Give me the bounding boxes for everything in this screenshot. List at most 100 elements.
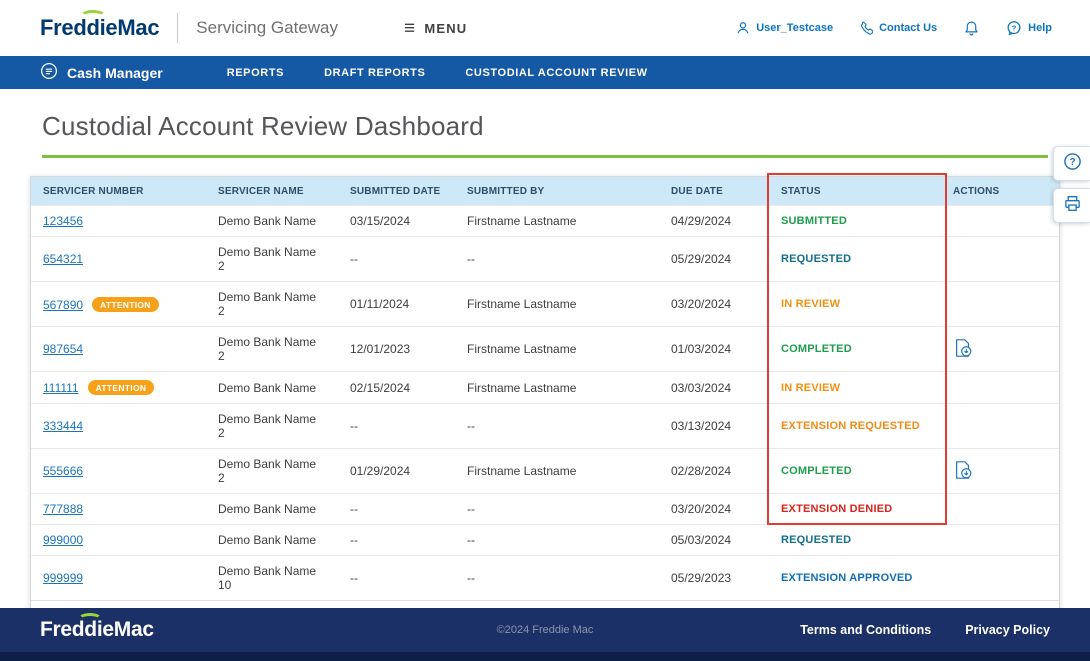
- side-toolbar: ?: [1053, 146, 1090, 223]
- servicer-number-link[interactable]: 999999: [43, 571, 83, 585]
- nav-item-reports[interactable]: REPORTS: [227, 67, 284, 79]
- servicer-number-link[interactable]: 555666: [43, 464, 83, 478]
- contact-us-link[interactable]: Contact Us: [859, 21, 937, 35]
- footer-link-terms-and-conditions[interactable]: Terms and Conditions: [800, 623, 931, 637]
- column-header: STATUS: [769, 177, 941, 206]
- table-row: 111111ATTENTION Demo Bank Name 02/15/202…: [31, 372, 1059, 404]
- footer-logo-text-mac: Mac: [114, 618, 154, 641]
- servicer-number-link[interactable]: 567890: [43, 298, 83, 312]
- download-report-icon[interactable]: [953, 460, 973, 480]
- table-row: 654321 Demo Bank Name 2 -- -- 05/29/2024…: [31, 237, 1059, 282]
- menu-button[interactable]: ≡ MENU: [404, 19, 467, 38]
- attention-badge: ATTENTION: [92, 297, 159, 312]
- user-icon: [736, 21, 750, 35]
- table-body: 123456 Demo Bank Name 03/15/2024 Firstna…: [31, 206, 1059, 601]
- actions-cell: [941, 372, 1059, 404]
- servicer-number-cell: 123456: [31, 206, 206, 237]
- table-row: 999999 Demo Bank Name 10 -- -- 05/29/202…: [31, 556, 1059, 601]
- servicer-number-cell: 555666: [31, 449, 206, 494]
- table-row: 123456 Demo Bank Name 03/15/2024 Firstna…: [31, 206, 1059, 237]
- actions-cell: [941, 494, 1059, 525]
- status-cell: IN REVIEW: [769, 372, 941, 404]
- app-label: Cash Manager: [67, 65, 163, 81]
- servicer-number-cell: 999000: [31, 525, 206, 556]
- nav-item-custodial-account-review[interactable]: CUSTODIAL ACCOUNT REVIEW: [465, 67, 647, 79]
- servicer-number-cell: 333444: [31, 404, 206, 449]
- actions-cell: [941, 449, 1059, 494]
- status-cell: COMPLETED: [769, 449, 941, 494]
- notifications-button[interactable]: [963, 20, 980, 37]
- due-date-cell: 03/03/2024: [659, 372, 769, 404]
- review-table-container: SERVICER NUMBERSERVICER NAMESUBMITTED DA…: [30, 176, 1060, 638]
- table-row: 777888 Demo Bank Name -- -- 03/20/2024 E…: [31, 494, 1059, 525]
- submitted-by-cell: --: [455, 237, 659, 282]
- submitted-by-cell: Firstname Lastname: [455, 327, 659, 372]
- submitted-date-cell: 01/29/2024: [338, 449, 455, 494]
- submitted-by-cell: Firstname Lastname: [455, 372, 659, 404]
- actions-cell: [941, 525, 1059, 556]
- column-header: SUBMITTED BY: [455, 177, 659, 206]
- user-menu[interactable]: User_Testcase: [736, 21, 833, 35]
- servicer-name-cell: Demo Bank Name 2: [206, 282, 338, 327]
- servicer-number-cell: 987654: [31, 327, 206, 372]
- status-cell: SUBMITTED: [769, 206, 941, 237]
- column-header: DUE DATE: [659, 177, 769, 206]
- table-row: 999000 Demo Bank Name -- -- 05/03/2024 R…: [31, 525, 1059, 556]
- servicer-number-cell: 999999: [31, 556, 206, 601]
- servicer-number-link[interactable]: 123456: [43, 214, 83, 228]
- due-date-cell: 03/20/2024: [659, 494, 769, 525]
- status-cell: IN REVIEW: [769, 282, 941, 327]
- hamburger-icon: ≡: [404, 19, 416, 38]
- nav-item-draft-reports[interactable]: DRAFT REPORTS: [324, 67, 425, 79]
- green-divider: [42, 155, 1048, 158]
- app-navbar: Cash Manager REPORTS DRAFT REPORTS CUSTODI…: [0, 56, 1090, 89]
- footer-freddie-mac-logo[interactable]: FreddieMac: [40, 618, 154, 642]
- column-header: SUBMITTED DATE: [338, 177, 455, 206]
- print-tool-button[interactable]: [1053, 188, 1090, 223]
- table-row: 333444 Demo Bank Name 2 -- -- 03/13/2024…: [31, 404, 1059, 449]
- status-cell: EXTENSION DENIED: [769, 494, 941, 525]
- actions-cell: [941, 237, 1059, 282]
- servicer-number-cell: 567890 ATTENTION: [31, 282, 206, 327]
- submitted-date-cell: --: [338, 404, 455, 449]
- cash-manager-home[interactable]: Cash Manager: [40, 62, 163, 83]
- servicer-number-link[interactable]: 777888: [43, 502, 83, 516]
- submitted-date-cell: 01/11/2024: [338, 282, 455, 327]
- servicer-name-cell: Demo Bank Name: [206, 372, 338, 404]
- footer-link-privacy-policy[interactable]: Privacy Policy: [965, 623, 1050, 637]
- servicer-number-cell: 777888: [31, 494, 206, 525]
- servicer-name-cell: Demo Bank Name: [206, 206, 338, 237]
- status-cell: COMPLETED: [769, 327, 941, 372]
- status-cell: REQUESTED: [769, 237, 941, 282]
- page-footer: FreddieMac ©2024 Freddie Mac Terms and C…: [0, 608, 1090, 661]
- navbar-items: REPORTS DRAFT REPORTS CUSTODIAL ACCOUNT RE…: [227, 67, 648, 79]
- due-date-cell: 03/20/2024: [659, 282, 769, 327]
- footer-bottom-strip: [0, 652, 1090, 661]
- servicer-number-link[interactable]: 654321: [43, 252, 83, 266]
- servicer-name-cell: Demo Bank Name 10: [206, 556, 338, 601]
- help-link[interactable]: ? Help: [1006, 20, 1052, 36]
- help-label: Help: [1028, 22, 1052, 34]
- product-name: Servicing Gateway: [196, 18, 338, 38]
- top-header: FreddieMac Servicing Gateway ≡ MENU User…: [0, 0, 1090, 56]
- actions-cell: [941, 556, 1059, 601]
- svg-text:?: ?: [1069, 156, 1075, 167]
- servicer-number-link[interactable]: 111111: [43, 381, 79, 395]
- submitted-date-cell: --: [338, 556, 455, 601]
- due-date-cell: 05/29/2024: [659, 237, 769, 282]
- submitted-date-cell: --: [338, 237, 455, 282]
- table-row: 567890 ATTENTION Demo Bank Name 2 01/11/2…: [31, 282, 1059, 327]
- servicer-number-link[interactable]: 987654: [43, 342, 83, 356]
- table-header-row: SERVICER NUMBERSERVICER NAMESUBMITTED DA…: [31, 177, 1059, 206]
- printer-icon: [1063, 194, 1082, 218]
- servicer-name-cell: Demo Bank Name 2: [206, 327, 338, 372]
- header-divider: [177, 13, 178, 43]
- servicer-name-cell: Demo Bank Name: [206, 525, 338, 556]
- status-cell: REQUESTED: [769, 525, 941, 556]
- freddie-mac-logo[interactable]: FreddieMac: [40, 15, 159, 41]
- servicer-number-link[interactable]: 999000: [43, 533, 83, 547]
- servicer-number-link[interactable]: 333444: [43, 419, 83, 433]
- logo-text-mac: Mac: [117, 15, 159, 41]
- help-tool-button[interactable]: ?: [1053, 146, 1090, 181]
- download-report-icon[interactable]: [953, 338, 973, 358]
